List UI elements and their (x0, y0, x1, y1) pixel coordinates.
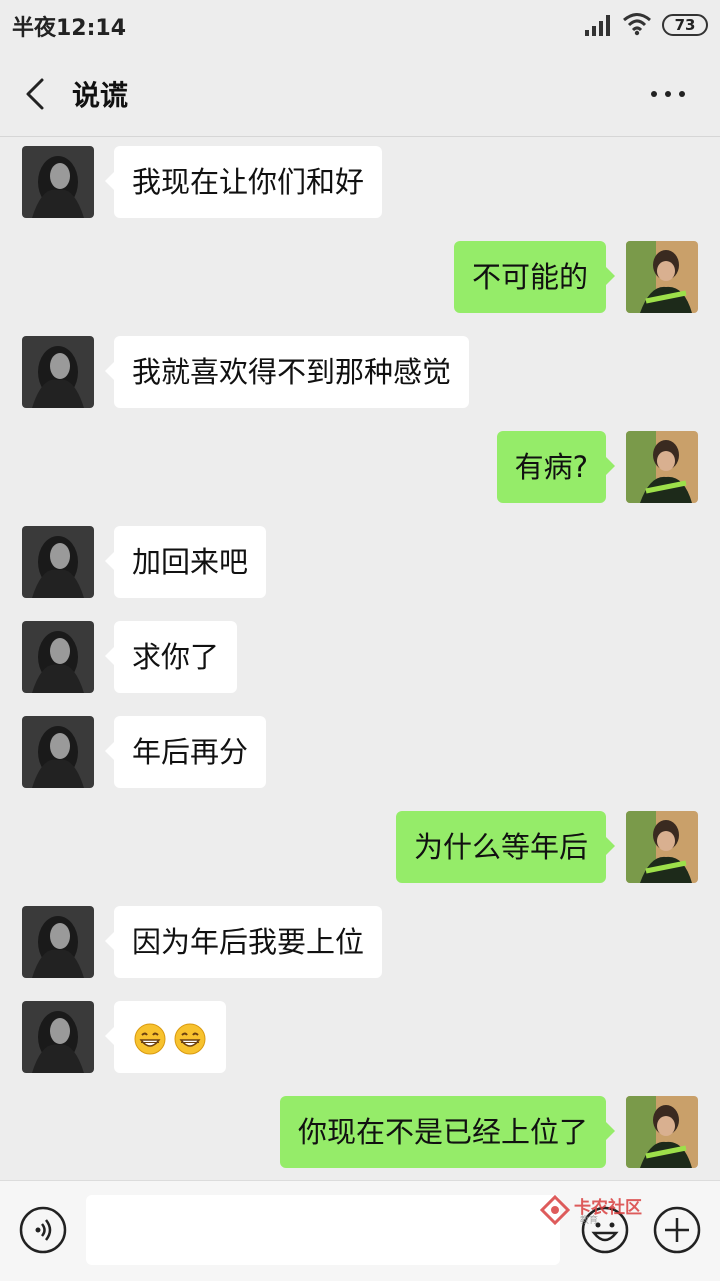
contact-avatar[interactable] (22, 906, 94, 978)
wifi-icon (623, 13, 651, 36)
watermark-subtext: 教育 (580, 1216, 599, 1226)
battery-indicator: 73 (662, 14, 708, 36)
message-row: 求你了 (0, 621, 720, 693)
grin-emoji (174, 1023, 206, 1055)
watermark: 卡农社区 教育 (540, 1191, 660, 1231)
user-avatar[interactable] (626, 241, 698, 313)
chat-message-list[interactable]: 我现在让你们和好 不可能的 我就喜欢得不到那种感觉 有病? 加回来吧 求你了 年… (0, 137, 720, 1180)
message-bubble-incoming[interactable]: 我现在让你们和好 (104, 146, 383, 218)
user-avatar[interactable] (626, 431, 698, 503)
status-bar: 半夜12:14 73 (0, 0, 720, 52)
message-row: 你现在不是已经上位了 (0, 1096, 720, 1168)
input-bar: 卡农社区 教育 (0, 1180, 720, 1281)
message-row: 因为年后我要上位 (0, 906, 720, 978)
message-bubble-incoming[interactable]: 加回来吧 (104, 526, 267, 598)
message-row: 不可能的 (0, 241, 720, 313)
status-time: 半夜12:14 (12, 16, 127, 41)
message-row: 有病? (0, 431, 720, 503)
contact-avatar[interactable] (22, 336, 94, 408)
watermark-logo-icon (540, 1195, 570, 1225)
contact-avatar[interactable] (22, 526, 94, 598)
contact-avatar[interactable] (22, 716, 94, 788)
chat-title: 说谎 (72, 79, 129, 112)
message-row: 我现在让你们和好 (0, 146, 720, 218)
more-button[interactable] (644, 74, 692, 114)
message-bubble-incoming[interactable]: 我就喜欢得不到那种感觉 (104, 336, 470, 408)
message-row: 我就喜欢得不到那种感觉 (0, 336, 720, 408)
message-row: 年后再分 (0, 716, 720, 788)
message-bubble-incoming[interactable] (105, 1001, 226, 1073)
message-bubble-outgoing[interactable]: 你现在不是已经上位了 (279, 1096, 616, 1168)
message-input[interactable] (86, 1195, 560, 1265)
back-button[interactable] (16, 74, 56, 114)
message-row: 加回来吧 (0, 526, 720, 598)
message-bubble-incoming[interactable]: 因为年后我要上位 (104, 906, 383, 978)
contact-avatar[interactable] (22, 621, 94, 693)
voice-icon[interactable] (18, 1205, 68, 1255)
chat-header: 说谎 (0, 52, 720, 137)
user-avatar[interactable] (626, 1096, 698, 1168)
message-bubble-outgoing[interactable]: 有病? (496, 431, 616, 503)
contact-avatar[interactable] (22, 146, 94, 218)
contact-avatar[interactable] (22, 1001, 94, 1073)
message-bubble-outgoing[interactable]: 为什么等年后 (395, 811, 616, 883)
user-avatar[interactable] (626, 811, 698, 883)
message-bubble-incoming[interactable]: 求你了 (104, 621, 238, 693)
message-bubble-outgoing[interactable]: 不可能的 (453, 241, 616, 313)
message-bubble-incoming[interactable]: 年后再分 (104, 716, 267, 788)
grin-emoji (134, 1023, 166, 1055)
message-row (0, 1001, 720, 1073)
signal-icon (585, 15, 610, 36)
message-row: 为什么等年后 (0, 811, 720, 883)
